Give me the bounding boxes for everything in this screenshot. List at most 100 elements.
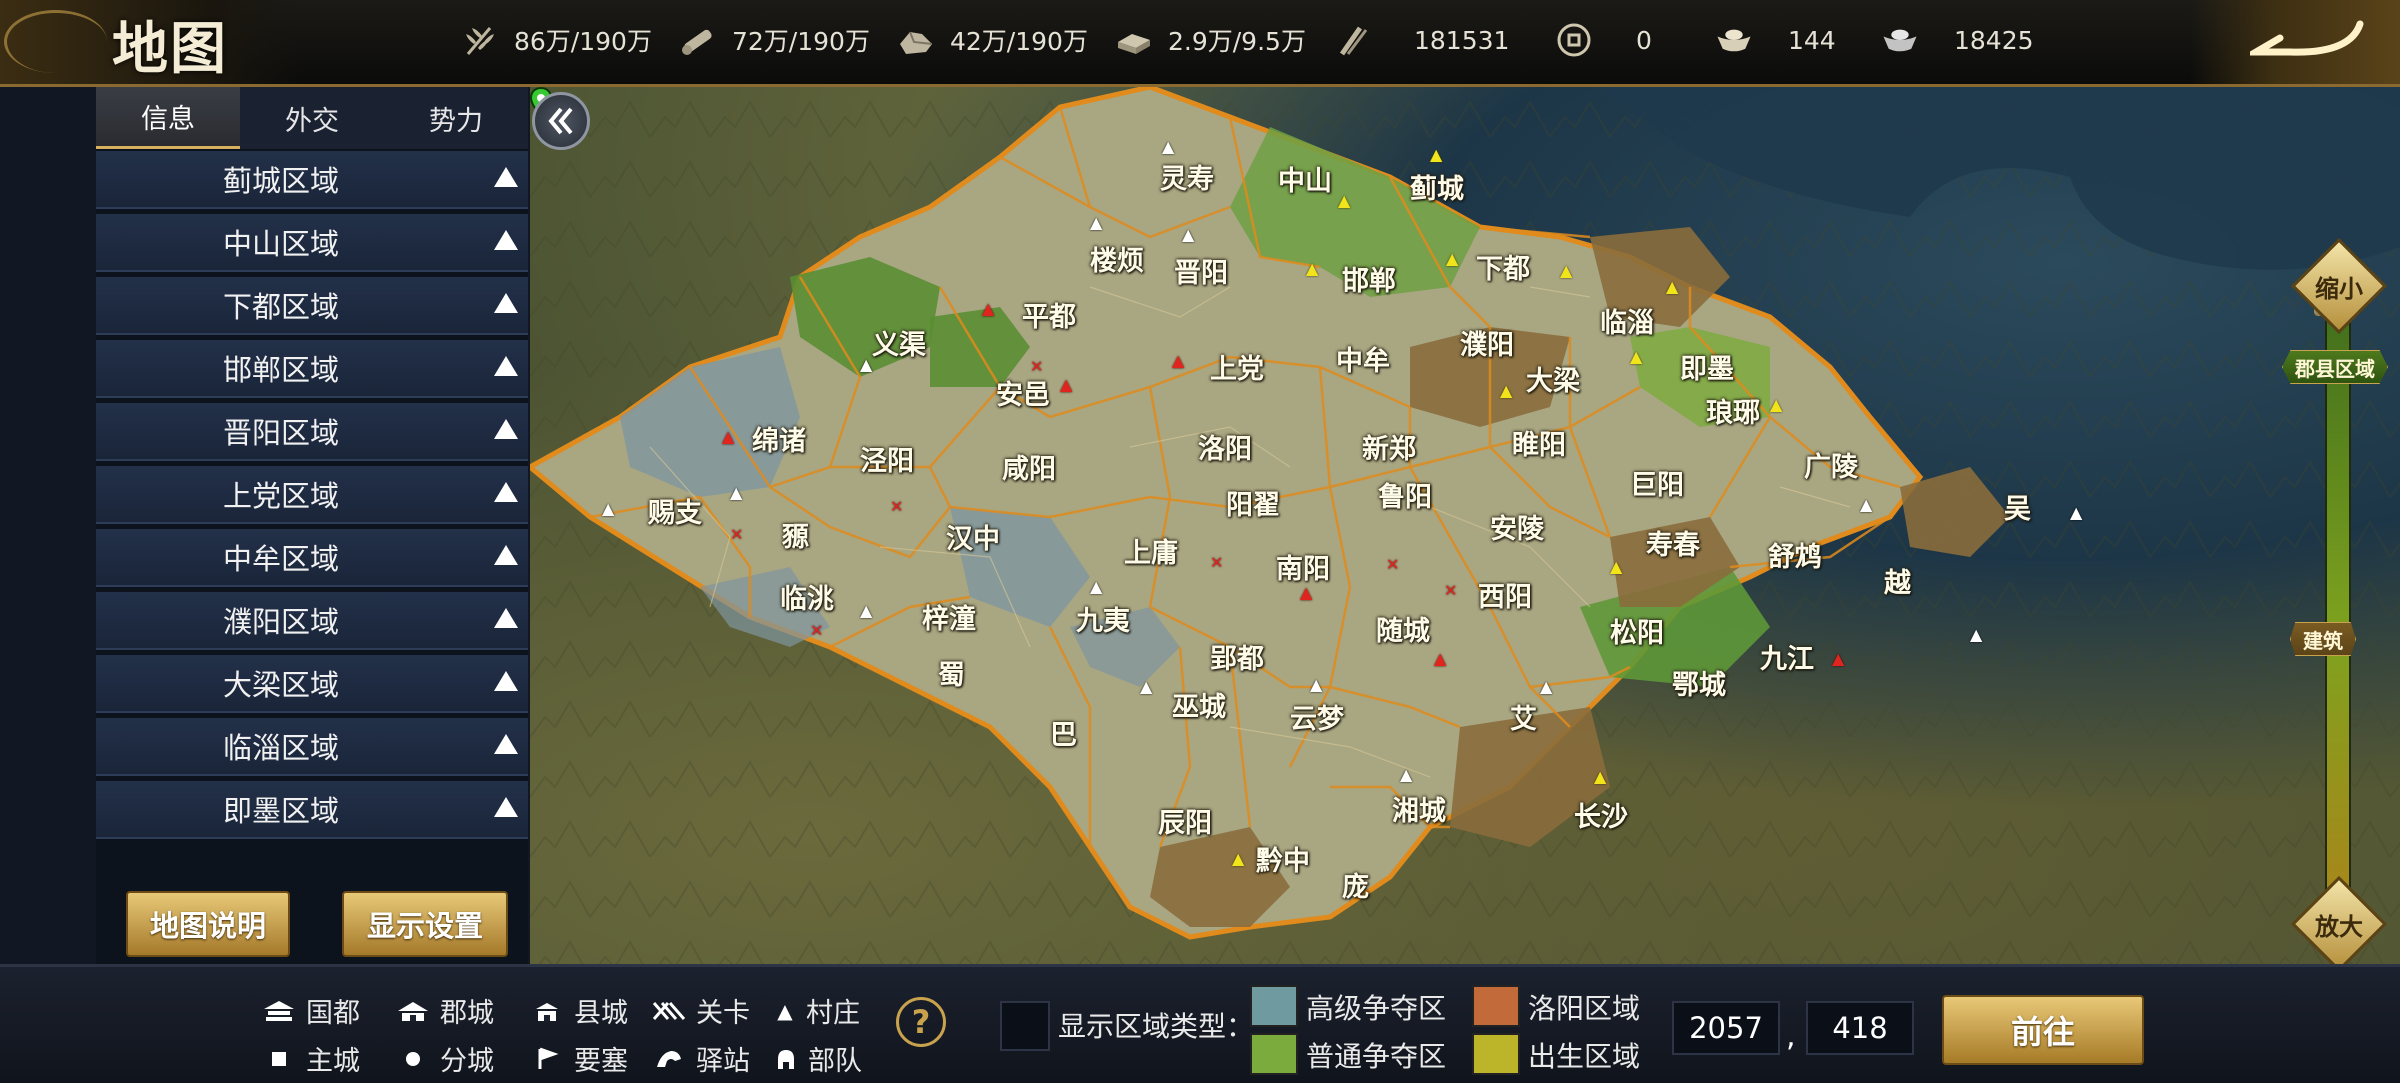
region-label[interactable]: 云梦 — [1290, 697, 1344, 736]
region-label[interactable]: 鄂城 — [1672, 663, 1726, 702]
region-label[interactable]: 蜀 — [938, 653, 965, 692]
region-label[interactable]: 艾 — [1510, 697, 1537, 736]
region-label[interactable]: 巴 — [1050, 713, 1077, 752]
troop-marker[interactable]: ✕ — [1030, 359, 1043, 375]
birth-city-marker[interactable]: ▲ — [1666, 279, 1678, 295]
troop-marker[interactable]: ✕ — [1444, 583, 1457, 599]
region-label[interactable]: 九夷 — [1076, 599, 1130, 638]
region-label[interactable]: 梓潼 — [922, 597, 976, 636]
help-icon[interactable]: ? — [896, 997, 946, 1047]
region-label[interactable]: 赐支 — [648, 491, 702, 530]
region-label[interactable]: 即墨 — [1680, 347, 1734, 386]
birth-city-marker[interactable]: ▲ — [1446, 251, 1458, 267]
region-label[interactable]: 泾阳 — [860, 439, 914, 478]
region-label[interactable]: 绵诸 — [752, 419, 806, 458]
expand-arrow-icon[interactable] — [494, 608, 518, 628]
collapse-panel-button[interactable] — [532, 92, 590, 150]
expand-arrow-icon[interactable] — [494, 356, 518, 376]
county-marker[interactable]: ▲ — [1140, 679, 1152, 695]
capital-marker[interactable]: ▲ — [1300, 585, 1312, 601]
region-label[interactable]: 灵寿 — [1160, 157, 1214, 196]
zoom-level-building[interactable]: 建筑 — [2290, 622, 2356, 656]
birth-city-marker[interactable]: ▲ — [1560, 263, 1572, 279]
county-marker[interactable]: ▲ — [1090, 215, 1102, 231]
birth-city-marker[interactable]: ▲ — [1306, 261, 1318, 277]
county-marker[interactable]: ▲ — [730, 485, 742, 501]
birth-city-marker[interactable]: ▲ — [1500, 383, 1512, 399]
expand-arrow-icon[interactable] — [494, 419, 518, 439]
region-label[interactable]: 九江 — [1760, 637, 1814, 676]
list-item[interactable]: 上党区域 — [96, 466, 528, 524]
region-label[interactable]: 庞 — [1342, 865, 1369, 904]
birth-city-marker[interactable]: ▲ — [1770, 397, 1782, 413]
capital-marker[interactable]: ▲ — [1832, 651, 1844, 667]
expand-arrow-icon[interactable] — [494, 734, 518, 754]
region-label[interactable]: 郢都 — [1210, 637, 1264, 676]
expand-arrow-icon[interactable] — [494, 482, 518, 502]
troop-marker[interactable]: ✕ — [810, 623, 823, 639]
expand-arrow-icon[interactable] — [494, 671, 518, 691]
region-label[interactable]: 长沙 — [1574, 795, 1628, 834]
region-label[interactable]: 西阳 — [1478, 575, 1532, 614]
county-marker[interactable]: ▲ — [1310, 677, 1322, 693]
region-label[interactable]: 中山 — [1278, 159, 1332, 198]
region-label[interactable]: 巫城 — [1172, 685, 1226, 724]
region-label[interactable]: 睢阳 — [1512, 423, 1566, 462]
tab-faction[interactable]: 势力 — [384, 87, 528, 149]
birth-city-marker[interactable]: ▲ — [1430, 147, 1442, 163]
region-label[interactable]: 新郑 — [1362, 427, 1416, 466]
region-label[interactable]: 大梁 — [1526, 359, 1580, 398]
coord-y-input[interactable]: 418 — [1806, 1001, 1914, 1055]
region-label[interactable]: 洛阳 — [1198, 427, 1252, 466]
county-marker[interactable]: ▲ — [1400, 767, 1412, 783]
region-label[interactable]: 吴 — [2004, 487, 2031, 526]
county-marker[interactable]: ▲ — [860, 603, 872, 619]
county-marker[interactable]: ▲ — [602, 501, 614, 517]
region-label[interactable]: 临洮 — [780, 577, 834, 616]
capital-marker[interactable]: ▲ — [982, 301, 994, 317]
region-label[interactable]: 汉中 — [946, 517, 1000, 556]
tab-info[interactable]: 信息 — [96, 87, 240, 149]
county-marker[interactable]: ▲ — [860, 357, 872, 373]
list-item[interactable]: 晋阳区域 — [96, 403, 528, 461]
birth-city-marker[interactable]: ▲ — [1610, 559, 1622, 575]
troop-marker[interactable]: ✕ — [730, 527, 743, 543]
region-label[interactable]: 寿春 — [1646, 523, 1700, 562]
region-label[interactable]: 安邑 — [996, 373, 1050, 412]
list-item[interactable]: 邯郸区域 — [96, 340, 528, 398]
birth-city-marker[interactable]: ▲ — [1630, 349, 1642, 365]
region-label[interactable]: 南阳 — [1276, 547, 1330, 586]
map-info-button[interactable]: 地图说明 — [126, 891, 290, 957]
county-marker[interactable]: ▲ — [1540, 679, 1552, 695]
region-label[interactable]: 鲁阳 — [1378, 475, 1432, 514]
coord-x-input[interactable]: 2057 — [1672, 1001, 1780, 1055]
birth-city-marker[interactable]: ▲ — [1338, 193, 1350, 209]
region-label[interactable]: 蓟城 — [1410, 167, 1464, 206]
tab-diplomacy[interactable]: 外交 — [240, 87, 384, 149]
region-label[interactable]: 平都 — [1022, 295, 1076, 334]
capital-marker[interactable]: ▲ — [722, 429, 734, 445]
list-item[interactable]: 临淄区域 — [96, 718, 528, 776]
region-label[interactable]: 湘城 — [1392, 789, 1446, 828]
expand-arrow-icon[interactable] — [494, 797, 518, 817]
expand-arrow-icon[interactable] — [494, 230, 518, 250]
list-item[interactable]: 蓟城区域 — [96, 151, 528, 209]
troop-marker[interactable]: ✕ — [1386, 557, 1399, 573]
region-label[interactable]: 黔中 — [1256, 839, 1310, 878]
list-item[interactable]: 大梁区域 — [96, 655, 528, 713]
region-label[interactable]: 琅琊 — [1706, 391, 1760, 430]
region-label[interactable]: 中牟 — [1336, 339, 1390, 378]
world-map[interactable]: 灵寿 中山 蓟城 楼烦 晋阳 邯郸 下都 临淄 平都 义渠 上党 濮阳 中牟 大… — [530, 87, 2400, 964]
county-marker[interactable]: ▲ — [2070, 505, 2082, 521]
birth-city-marker[interactable]: ▲ — [1232, 851, 1244, 867]
region-label[interactable]: 越 — [1884, 561, 1911, 600]
display-settings-button[interactable]: 显示设置 — [342, 891, 508, 957]
list-item[interactable]: 濮阳区域 — [96, 592, 528, 650]
list-item[interactable]: 中牟区域 — [96, 529, 528, 587]
list-item[interactable]: 中山区域 — [96, 214, 528, 272]
expand-arrow-icon[interactable] — [494, 545, 518, 565]
back-button[interactable] — [2190, 0, 2400, 84]
region-label[interactable]: 上党 — [1210, 347, 1264, 386]
list-item[interactable]: 下都区域 — [96, 277, 528, 335]
county-marker[interactable]: ▲ — [1860, 497, 1872, 513]
